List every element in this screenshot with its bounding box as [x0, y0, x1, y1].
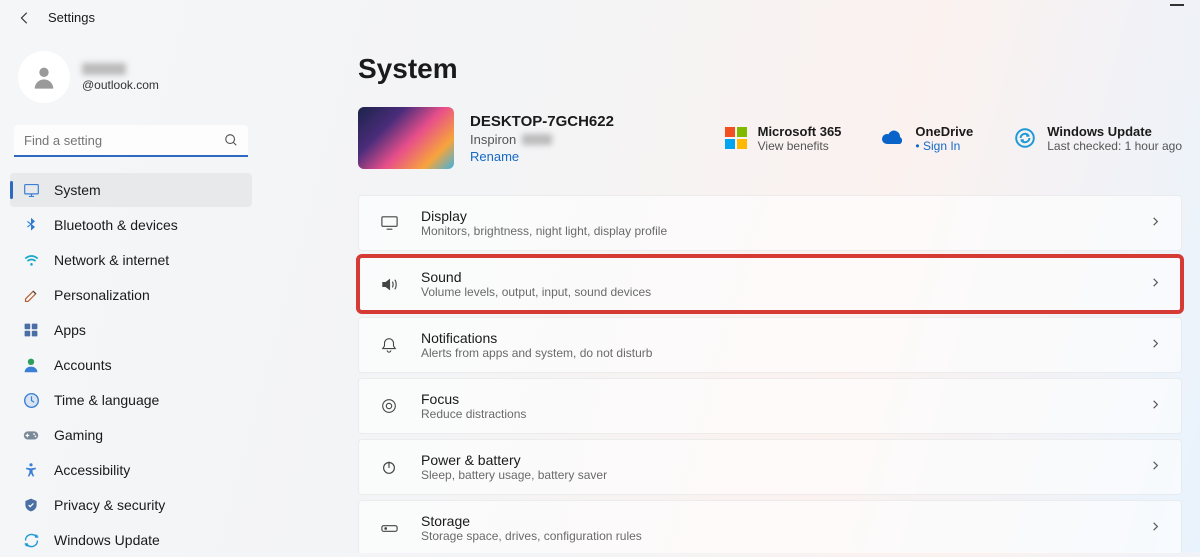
status-onedrive[interactable]: OneDrive• Sign In	[881, 124, 973, 153]
onedrive-icon	[881, 126, 905, 150]
rename-link[interactable]: Rename	[470, 149, 614, 164]
chevron-right-icon	[1150, 519, 1161, 537]
storage-icon	[379, 518, 399, 538]
sidebar-item-label: Time & language	[54, 392, 159, 408]
status-update[interactable]: Windows UpdateLast checked: 1 hour ago	[1013, 124, 1182, 153]
chevron-right-icon	[1150, 458, 1161, 476]
gaming-icon	[22, 426, 40, 444]
system-icon	[22, 181, 40, 199]
paint-icon	[22, 286, 40, 304]
profile[interactable]: @outlook.com	[10, 45, 252, 119]
apps-icon	[22, 321, 40, 339]
settings-cards: DisplayMonitors, brightness, night light…	[358, 195, 1182, 553]
profile-name-redacted	[82, 63, 126, 75]
main-content: System DESKTOP-7GCH622 Inspiron Rename M…	[262, 35, 1200, 553]
device-thumbnail	[358, 107, 454, 169]
card-focus[interactable]: FocusReduce distractions	[358, 378, 1182, 434]
sidebar-item-label: Apps	[54, 322, 86, 338]
sidebar-item-label: Personalization	[54, 287, 150, 303]
bell-icon	[379, 335, 399, 355]
page-title: System	[358, 53, 1182, 85]
chevron-right-icon	[1150, 397, 1161, 415]
account-icon	[22, 356, 40, 374]
card-notifications[interactable]: NotificationsAlerts from apps and system…	[358, 317, 1182, 373]
sound-icon	[379, 274, 399, 294]
minimize-button[interactable]	[1170, 4, 1184, 6]
card-power[interactable]: Power & batterySleep, battery usage, bat…	[358, 439, 1182, 495]
profile-email: @outlook.com	[82, 78, 159, 92]
search-input[interactable]	[14, 125, 248, 157]
accessibility-icon	[22, 461, 40, 479]
focus-icon	[379, 396, 399, 416]
update-icon	[22, 531, 40, 549]
power-icon	[379, 457, 399, 477]
sidebar: @outlook.com System Bluetooth & devices …	[0, 35, 262, 553]
sidebar-item-label: Accounts	[54, 357, 112, 373]
back-button[interactable]	[18, 11, 32, 25]
card-display[interactable]: DisplayMonitors, brightness, night light…	[358, 195, 1182, 251]
sidebar-item-label: Gaming	[54, 427, 103, 443]
chevron-right-icon	[1150, 275, 1161, 293]
device-name: DESKTOP-7GCH622	[470, 113, 614, 130]
sidebar-item-label: Accessibility	[54, 462, 130, 478]
sidebar-item-time[interactable]: Time & language	[10, 383, 252, 417]
sidebar-item-network[interactable]: Network & internet	[10, 243, 252, 277]
header-title: Settings	[48, 10, 95, 25]
display-icon	[379, 213, 399, 233]
search-box[interactable]	[14, 125, 248, 157]
sidebar-item-privacy[interactable]: Privacy & security	[10, 488, 252, 522]
chevron-right-icon	[1150, 336, 1161, 354]
window-header: Settings	[0, 0, 1200, 35]
search-icon	[224, 133, 238, 147]
chevron-right-icon	[1150, 214, 1161, 232]
avatar	[18, 51, 70, 103]
sidebar-item-bluetooth[interactable]: Bluetooth & devices	[10, 208, 252, 242]
sidebar-item-gaming[interactable]: Gaming	[10, 418, 252, 452]
sidebar-item-label: Windows Update	[54, 532, 160, 548]
sidebar-item-label: Privacy & security	[54, 497, 165, 513]
sidebar-item-accessibility[interactable]: Accessibility	[10, 453, 252, 487]
sidebar-item-label: Network & internet	[54, 252, 169, 268]
windows-update-icon	[1013, 126, 1037, 150]
sidebar-nav: System Bluetooth & devices Network & int…	[10, 173, 252, 557]
bluetooth-icon	[22, 216, 40, 234]
sidebar-item-label: System	[54, 182, 101, 198]
ms365-icon	[724, 126, 748, 150]
status-ms365[interactable]: Microsoft 365View benefits	[724, 124, 842, 153]
device-row: DESKTOP-7GCH622 Inspiron Rename Microsof…	[358, 107, 1182, 169]
sidebar-item-personalization[interactable]: Personalization	[10, 278, 252, 312]
card-sound[interactable]: SoundVolume levels, output, input, sound…	[358, 256, 1182, 312]
sidebar-item-accounts[interactable]: Accounts	[10, 348, 252, 382]
sidebar-item-apps[interactable]: Apps	[10, 313, 252, 347]
sidebar-item-label: Bluetooth & devices	[54, 217, 178, 233]
time-icon	[22, 391, 40, 409]
device-model: Inspiron	[470, 132, 614, 147]
privacy-icon	[22, 496, 40, 514]
sidebar-item-system[interactable]: System	[10, 173, 252, 207]
card-storage[interactable]: StorageStorage space, drives, configurat…	[358, 500, 1182, 553]
wifi-icon	[22, 251, 40, 269]
